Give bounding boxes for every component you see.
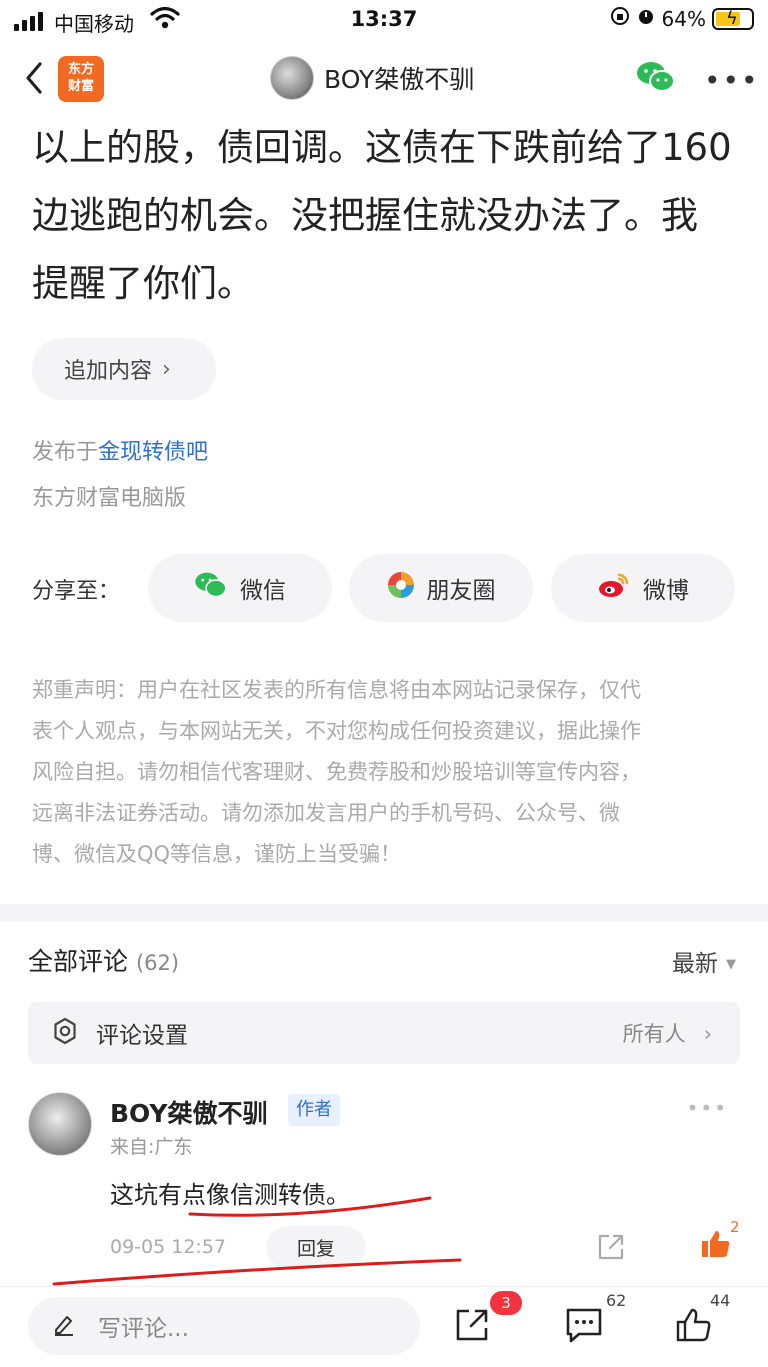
back-chevron-icon[interactable] [22, 58, 46, 102]
alarm-icon [636, 6, 656, 31]
avatar[interactable] [270, 56, 314, 100]
chevron-right-icon: › [703, 1022, 712, 1046]
disclaimer: 郑重声明：用户在社区发表的所有信息将由本网站记录保存，仅代 表个人观点，与本网站… [32, 678, 641, 866]
thumbs-up-icon[interactable] [676, 1307, 712, 1347]
post-source: 东方财富电脑版 [32, 486, 187, 511]
share-moments-button[interactable]: 朋友圈 [349, 554, 533, 622]
avatar[interactable] [28, 1092, 92, 1156]
pen-icon [52, 1312, 76, 1340]
chevron-right-icon: › [162, 356, 171, 382]
gear-icon [50, 1016, 80, 1050]
bottom-bar: 写评论... 3 62 44 [0, 1286, 768, 1367]
share-badge: 3 [490, 1291, 522, 1315]
section-divider [0, 904, 768, 922]
nav-author[interactable]: BOY桀傲不驯 [270, 56, 474, 100]
comment-location: 来自:广东 [110, 1136, 193, 1158]
sort-dropdown[interactable]: 最新 ▼ [672, 944, 736, 978]
forum-link[interactable]: 金现转债吧 [98, 440, 208, 465]
battery-percent: 64% [661, 6, 706, 31]
comment-placeholder: 写评论... [98, 1316, 189, 1342]
comment-settings-row[interactable]: 评论设置 所有人 › [28, 1002, 740, 1064]
append-content-button[interactable]: 追加内容 › [32, 338, 216, 400]
share-wechat-button[interactable]: 微信 [148, 554, 332, 622]
status-bar: 中国移动 13:37 64% ϟ [0, 0, 768, 40]
share-icon[interactable] [454, 1307, 490, 1347]
more-icon[interactable]: ••• [704, 64, 760, 97]
nav-bar: 东方 财富 BOY桀傲不驯 ••• [0, 44, 768, 114]
comment-icon[interactable] [565, 1307, 603, 1347]
more-icon[interactable]: ••• [687, 1096, 728, 1120]
share-label: 分享至： [32, 579, 121, 604]
share-weibo-button[interactable]: 微博 [551, 554, 735, 622]
comment-input[interactable]: 写评论... [28, 1297, 420, 1355]
triangle-down-icon: ▼ [726, 957, 736, 972]
moments-icon [387, 571, 415, 605]
eastmoney-logo[interactable]: 东方 财富 [58, 56, 104, 102]
author-badge: 作者 [288, 1094, 340, 1126]
like-total: 44 [710, 1291, 731, 1310]
red-annotation-strokes [52, 1196, 462, 1286]
weibo-icon [597, 571, 631, 605]
settings-value: 所有人 [622, 1022, 686, 1046]
nav-title: BOY桀傲不驯 [324, 65, 475, 94]
article-line: 以上的股，债回调。这债在下跌前给了160 [32, 126, 732, 169]
comments-title: 全部评论 (62) [28, 947, 180, 976]
article-line: 边逃跑的机会。没把握住就没办法了。我 [32, 194, 698, 237]
article-line: 提醒了你们。 [32, 262, 254, 305]
comment-count: (62) [135, 951, 180, 975]
wechat-icon [194, 571, 228, 605]
wechat-icon[interactable] [636, 60, 676, 98]
comment-total: 62 [606, 1291, 627, 1310]
publish-info: 发布于金现转债吧 [32, 440, 209, 465]
battery-icon: ϟ [712, 7, 754, 30]
comment-author[interactable]: BOY桀傲不驯 [110, 1094, 268, 1130]
lock-rotation-icon [610, 6, 630, 31]
article-body: 以上的股，债回调。这债在下跌前给了160 边逃跑的机会。没把握住就没办法了。我 … [32, 114, 742, 318]
